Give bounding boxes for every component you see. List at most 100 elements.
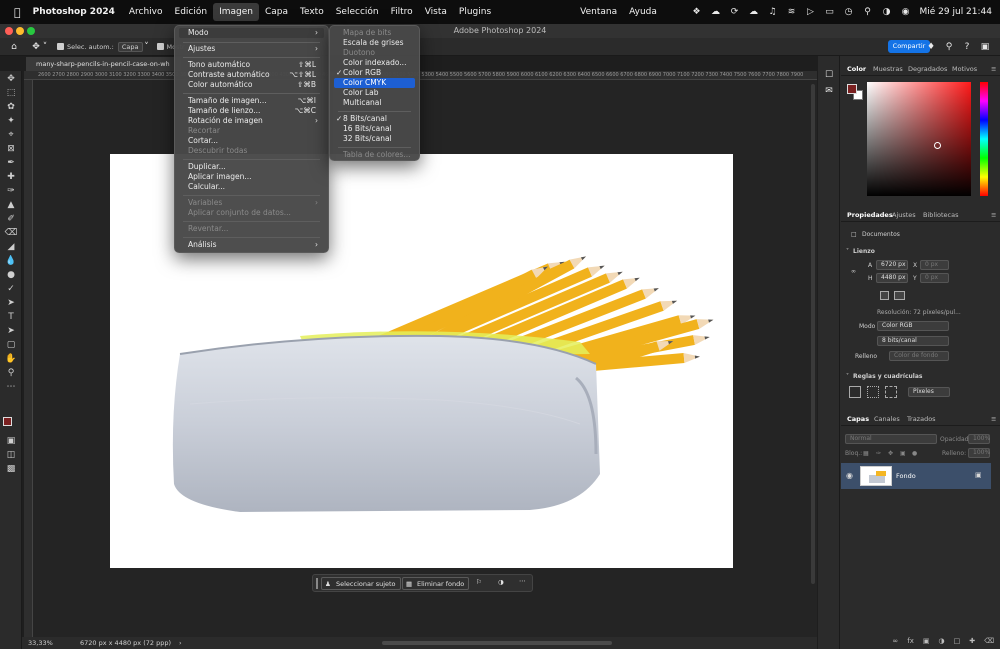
lock-all-icon[interactable]: ● xyxy=(912,450,917,457)
quick-mask-icon[interactable]: ▣ xyxy=(3,435,19,448)
tab-gradients[interactable]: Degradados xyxy=(908,63,947,76)
tab-properties[interactable]: Propiedades xyxy=(847,209,893,222)
menu-item-cmyk-color[interactable]: Color CMYK xyxy=(334,78,415,88)
dropbox-icon[interactable]: ❖ xyxy=(692,7,702,17)
blend-mode-dropdown[interactable]: Normal xyxy=(845,434,937,444)
pin-icon[interactable]: ⚐ xyxy=(476,578,482,586)
tab-layers[interactable]: Capas xyxy=(847,413,869,426)
lock-image-icon[interactable]: ✑ xyxy=(876,450,881,457)
link-icon[interactable]: ∞ xyxy=(851,268,856,275)
menu-item-auto-tone[interactable]: Tono automático ⇧⌘L xyxy=(179,60,324,70)
select-subject-button[interactable]: ♟ Seleccionar sujeto xyxy=(321,577,401,590)
stamp-tool-icon[interactable]: ▲ xyxy=(3,199,19,212)
menu-item-analysis[interactable]: Análisis › xyxy=(179,240,324,250)
tab-libraries[interactable]: Bibliotecas xyxy=(923,209,958,222)
menu-item-canvas-size[interactable]: Tamaño de lienzo... ⌥⌘C xyxy=(179,106,324,116)
zoom-level[interactable]: 33,33% xyxy=(28,637,53,649)
bit-depth-dropdown[interactable]: 8 bits/canal xyxy=(877,336,949,346)
menu-ventana[interactable]: Ventana xyxy=(574,3,623,21)
auto-select-checkbox[interactable] xyxy=(57,43,67,51)
app-menu[interactable]: Photoshop 2024 xyxy=(27,3,121,21)
screen-mode-icon[interactable]: ◫ xyxy=(3,449,19,462)
auto-select-dropdown[interactable]: Capa xyxy=(117,41,143,52)
tab-channels[interactable]: Canales xyxy=(874,413,900,426)
apple-icon[interactable]:  xyxy=(14,6,21,19)
rectangle-tool-icon[interactable]: ▢ xyxy=(3,339,19,352)
dodge-tool-icon[interactable]: ● xyxy=(3,269,19,282)
tab-swatches[interactable]: Muestras xyxy=(873,63,903,76)
play-icon[interactable]: ▷ xyxy=(806,7,816,17)
add-mask-icon[interactable]: ▣ xyxy=(923,637,930,647)
comments-icon[interactable]: ✉ xyxy=(824,86,834,96)
menu-item-calculations[interactable]: Calcular... xyxy=(179,182,324,192)
home-icon[interactable]: ⌂ xyxy=(9,42,19,52)
panel-menu-icon[interactable]: ≡ xyxy=(991,63,996,76)
menu-capa[interactable]: Capa xyxy=(259,3,294,21)
menu-item-auto-contrast[interactable]: Contraste automático ⌥⇧⌘L xyxy=(179,70,324,80)
menu-item-trim[interactable]: Cortar... xyxy=(179,136,324,146)
hue-slider[interactable] xyxy=(980,82,988,196)
contrast-icon[interactable]: ◑ xyxy=(498,578,504,586)
chevron-down-icon[interactable]: ˅ xyxy=(41,42,49,52)
chevron-down-icon[interactable]: ˅ xyxy=(846,373,849,380)
menu-item-multichannel[interactable]: Multicanal xyxy=(334,98,415,108)
link-layers-icon[interactable]: ∞ xyxy=(892,637,898,647)
menu-imagen[interactable]: Imagen xyxy=(213,3,259,21)
layer-row-background[interactable]: ◉ Fondo ▣ xyxy=(841,463,991,489)
width-field[interactable]: 6720 px xyxy=(876,260,908,270)
share-button[interactable]: Compartir xyxy=(888,40,930,53)
portrait-orientation-button[interactable] xyxy=(880,291,889,300)
sound-icon[interactable]: ♫ xyxy=(768,7,778,17)
layer-name[interactable]: Fondo xyxy=(896,472,916,480)
crop-tool-icon[interactable]: ⌖ xyxy=(3,129,19,142)
menu-texto[interactable]: Texto xyxy=(294,3,330,21)
tab-adjustments[interactable]: Ajustes xyxy=(892,209,916,222)
panel-menu-icon[interactable]: ≡ xyxy=(991,413,996,426)
menu-ayuda[interactable]: Ayuda xyxy=(623,3,663,21)
menu-edicion[interactable]: Edición xyxy=(169,3,214,21)
frame-tool-icon[interactable]: ⊠ xyxy=(3,143,19,156)
chevron-right-icon[interactable]: › xyxy=(179,637,182,649)
menu-item-rotation[interactable]: Rotación de imagen › xyxy=(179,116,324,126)
height-field[interactable]: 4480 px xyxy=(876,273,908,283)
mode-dropdown[interactable]: Color RGB xyxy=(877,321,949,331)
document-info[interactable]: 6720 px x 4480 px (72 ppp) xyxy=(80,637,171,649)
menu-item-apply-image[interactable]: Aplicar imagen... xyxy=(179,172,324,182)
object-select-tool-icon[interactable]: ✦ xyxy=(3,115,19,128)
color-picker-handle[interactable] xyxy=(934,142,941,149)
brush-tool-icon[interactable]: ✑ xyxy=(3,185,19,198)
foreground-color-swatch[interactable] xyxy=(847,84,857,94)
wifi-icon[interactable]: ≋ xyxy=(787,7,797,17)
eraser-tool-icon[interactable]: ⌫ xyxy=(3,227,19,240)
menu-item-lab-color[interactable]: Color Lab xyxy=(334,88,415,98)
trash-icon[interactable]: ⌫ xyxy=(984,637,994,647)
chevron-down-icon[interactable]: ˅ xyxy=(846,248,849,255)
document-tab[interactable]: many-sharp-pencils-in-pencil-case-on-wh xyxy=(26,57,181,71)
vertical-ruler[interactable] xyxy=(24,80,33,637)
move-tool-icon[interactable]: ✥ xyxy=(3,73,19,86)
battery-icon[interactable]: ▭ xyxy=(825,7,835,17)
ruler-toggle-icon[interactable] xyxy=(849,386,861,398)
show-transform-checkbox[interactable] xyxy=(156,43,167,51)
blur-tool-icon[interactable]: 💧 xyxy=(3,255,19,268)
menu-item-auto-color[interactable]: Color automático ⇧⌘B xyxy=(179,80,324,90)
tab-color[interactable]: Color xyxy=(847,63,866,76)
drag-handle[interactable] xyxy=(316,578,318,589)
x-field[interactable]: 0 px xyxy=(920,260,949,270)
cloud-icon[interactable]: ☁ xyxy=(749,7,759,17)
remove-background-button[interactable]: ▦ Eliminar fondo xyxy=(402,577,470,590)
horizontal-ruler[interactable]: 2600 2700 2800 2900 3000 3100 3200 3300 3400 3500… xyxy=(24,71,817,80)
zoom-window-button[interactable] xyxy=(27,27,35,35)
search-icon[interactable]: ⚲ xyxy=(863,7,873,17)
tab-patterns[interactable]: Motivos xyxy=(952,63,977,76)
new-layer-icon[interactable]: ✚ xyxy=(969,637,975,647)
eyedropper-tool-icon[interactable]: ✒ xyxy=(3,157,19,170)
artboard-icon[interactable]: ▩ xyxy=(3,463,19,476)
move-tool-icon[interactable]: ✥ xyxy=(31,42,41,52)
help-icon[interactable]: ? xyxy=(962,42,972,52)
menu-item-16-bits[interactable]: 16 Bits/canal xyxy=(334,124,415,134)
menu-plugins[interactable]: Plugins xyxy=(453,3,497,21)
hand-tool-icon[interactable]: ✋ xyxy=(3,353,19,366)
y-field[interactable]: 0 px xyxy=(920,273,949,283)
menu-archivo[interactable]: Archivo xyxy=(123,3,169,21)
